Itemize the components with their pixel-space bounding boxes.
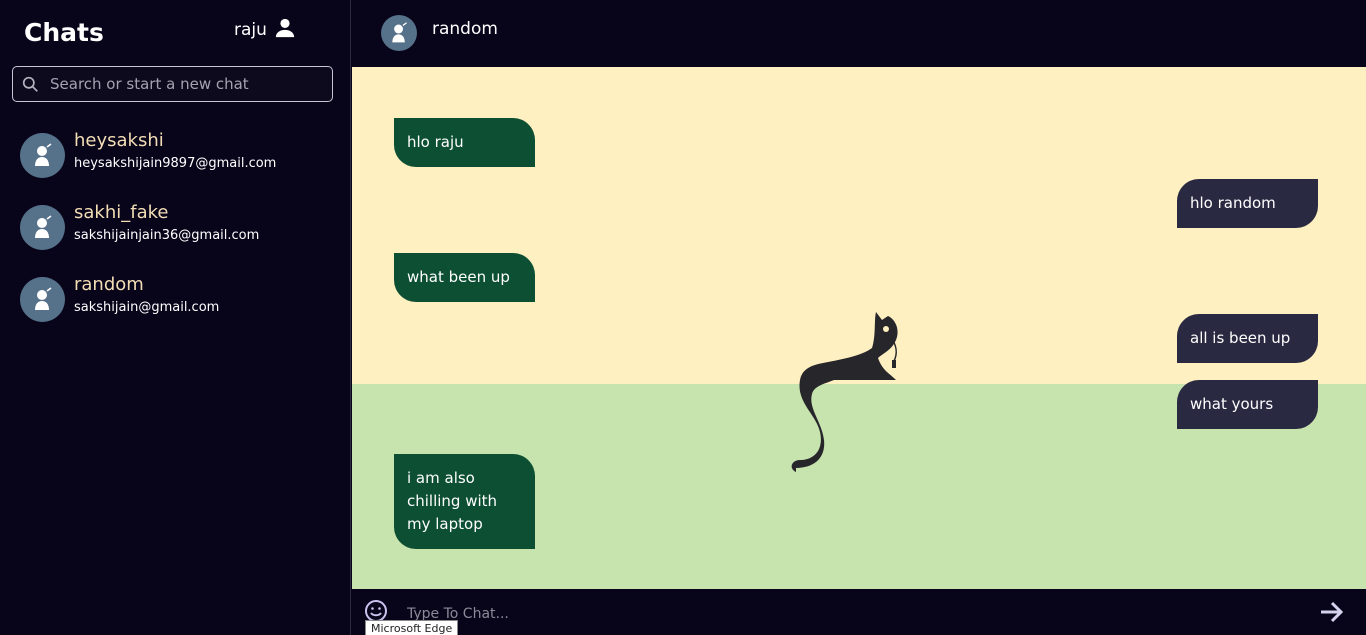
- contact-email: heysakshijain9897@gmail.com: [74, 156, 277, 171]
- message-input[interactable]: [407, 601, 1287, 627]
- sidebar: Chats raju heysakshi heysakshijain9897@g…: [0, 0, 351, 635]
- message-composer: [352, 589, 1366, 635]
- default-avatar-icon: [20, 205, 65, 250]
- contact-email: sakshijain@gmail.com: [74, 300, 220, 315]
- search-box: [12, 66, 333, 102]
- person-icon[interactable]: [274, 17, 296, 39]
- outgoing-message: hlo random: [1177, 179, 1318, 228]
- contact-item[interactable]: sakhi_fake sakshijainjain36@gmail.com: [0, 202, 351, 267]
- current-user-name[interactable]: raju: [234, 20, 267, 40]
- contact-name: sakhi_fake: [74, 202, 169, 223]
- search-icon: [22, 76, 38, 92]
- contact-item[interactable]: random sakshijain@gmail.com: [0, 274, 351, 339]
- default-avatar-icon[interactable]: [381, 15, 417, 51]
- outgoing-message: what yours: [1177, 380, 1318, 429]
- chat-header: random: [352, 0, 1366, 67]
- incoming-message: what been up: [394, 253, 535, 302]
- arrow-right-icon[interactable]: [1319, 600, 1345, 624]
- contact-item[interactable]: heysakshi heysakshijain9897@gmail.com: [0, 130, 351, 195]
- cat-illustration: [791, 312, 898, 472]
- incoming-message: hlo raju: [394, 118, 535, 167]
- sidebar-title: Chats: [24, 18, 104, 47]
- outgoing-message: all is been up: [1177, 314, 1318, 363]
- chat-app: Chats raju heysakshi heysakshijain9897@g…: [0, 0, 1366, 635]
- tooltip: Microsoft Edge: [365, 620, 459, 635]
- chat-contact-name: random: [432, 19, 498, 39]
- default-avatar-icon: [20, 277, 65, 322]
- incoming-message: i am also chilling with my laptop: [394, 454, 535, 549]
- default-avatar-icon: [20, 133, 65, 178]
- contact-name: random: [74, 274, 144, 295]
- contact-name: heysakshi: [74, 130, 164, 151]
- search-input[interactable]: [50, 67, 325, 101]
- message-area[interactable]: hlo raju hlo random what been up all is …: [352, 67, 1366, 589]
- contact-email: sakshijainjain36@gmail.com: [74, 228, 260, 243]
